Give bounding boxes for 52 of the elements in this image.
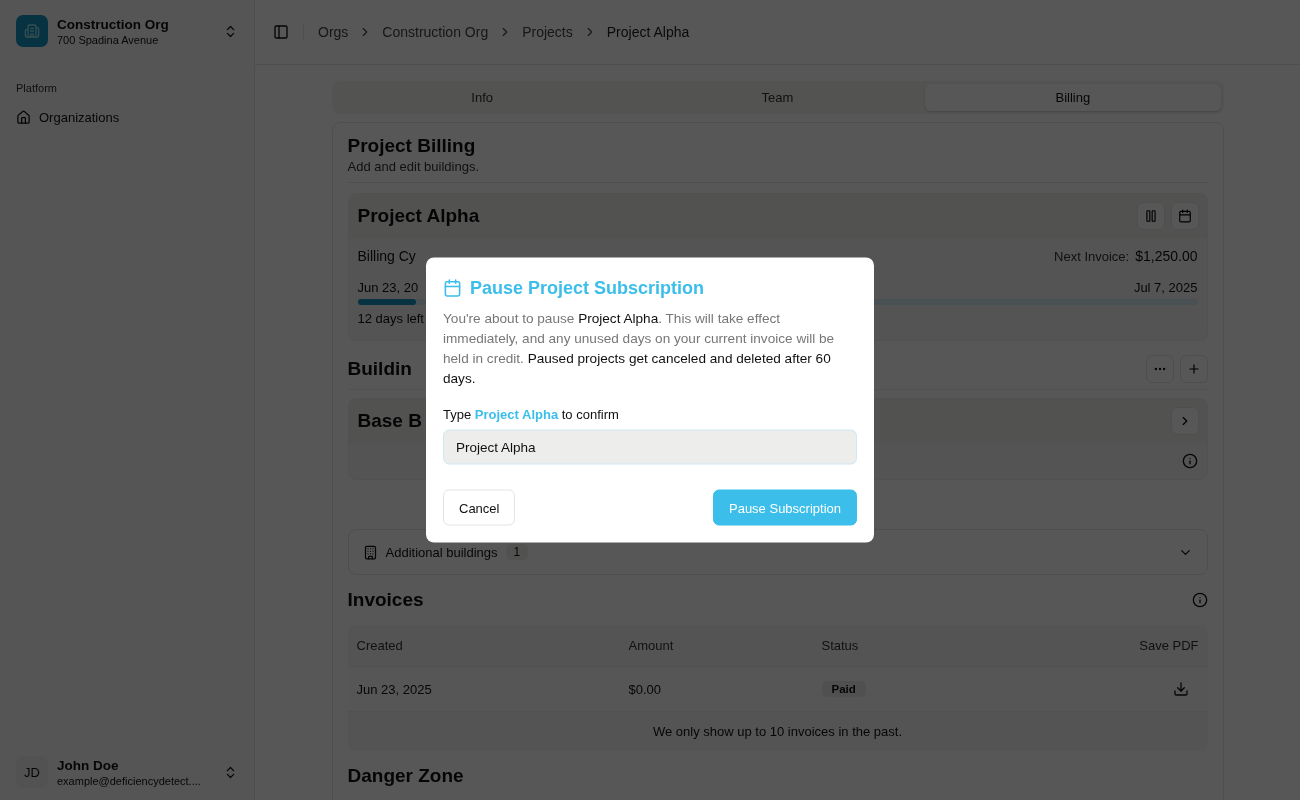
pause-icon — [1143, 209, 1158, 223]
column-header: Amount — [627, 637, 675, 655]
building-icon — [362, 544, 378, 560]
sidebar-item[interactable]: Organizations — [16, 108, 238, 127]
plus-icon — [1186, 362, 1201, 376]
dialog-message: You're about to pause Project Alpha. This will take effect immediately, and any unused days on your current invoice will be held in credit. Paused projects get canceled and deleted after 60 days. — [443, 309, 836, 388]
tab[interactable]: Billing — [925, 84, 1221, 111]
status-badge: Paid — [821, 681, 866, 697]
column-header: Created — [355, 637, 404, 655]
user-email: example@deficiencydetect.... — [57, 773, 201, 788]
breadcrumb-link[interactable]: Projects — [522, 24, 573, 40]
end-date: Jul 7, 2025 — [1133, 280, 1198, 295]
project-name: Project Alpha — [357, 205, 480, 227]
days-left: 12 days left — [357, 311, 424, 326]
breadcrumb-link[interactable]: Construction Org — [382, 24, 489, 40]
pause-button[interactable] — [1136, 202, 1165, 230]
home-icon — [16, 110, 31, 125]
tab[interactable]: Team — [629, 84, 926, 111]
info-icon[interactable] — [1191, 592, 1208, 608]
download-icon[interactable] — [1172, 681, 1189, 697]
cancel-button[interactable]: Cancel — [443, 489, 516, 526]
org-address: 700 Spadina Avenue — [57, 32, 159, 47]
calendar-icon — [1177, 209, 1192, 223]
sidebar-group-label: Platform — [16, 82, 57, 94]
column-header: Save PDF — [1138, 637, 1200, 655]
dialog-title: Pause Project Subscription — [470, 277, 705, 299]
org-name: Construction Org — [57, 15, 169, 33]
section-title: Buildin — [347, 358, 412, 380]
info-icon[interactable] — [1181, 453, 1198, 469]
section-subtitle: Add and edit buildings. — [347, 159, 1208, 183]
confirm-input[interactable]: Project Alpha — [443, 429, 857, 465]
building-name: Base B — [357, 410, 422, 432]
section-title: Invoices — [347, 589, 424, 611]
table-note: We only show up to 10 invoices in the past. — [651, 723, 904, 741]
calendar-button[interactable] — [1170, 202, 1199, 230]
user-name: John Doe — [57, 756, 119, 774]
section-title: Project Billing — [347, 135, 477, 157]
billing-cycle: Billing Cy — [357, 248, 416, 264]
confirm-label: Type Project Alpha to confirm — [443, 406, 620, 422]
next-invoice-label: Next Invoice: — [1054, 249, 1130, 264]
tab[interactable]: Info — [334, 84, 630, 111]
breadcrumb-link[interactable]: Project Alpha — [606, 24, 690, 40]
sidebar-toggle-icon[interactable] — [273, 24, 289, 40]
start-date: Jun 23, 20 — [357, 280, 419, 295]
breadcrumb-link[interactable]: Orgs — [318, 24, 349, 40]
section-title: Danger Zone — [347, 765, 464, 787]
add-button[interactable] — [1179, 355, 1208, 383]
pause-subscription-button[interactable]: Pause Subscription — [713, 489, 857, 526]
next-invoice-amount: $1,250.00 — [1135, 248, 1198, 264]
calendar-icon — [443, 278, 462, 298]
org-logo — [16, 15, 48, 47]
column-header: Status — [820, 637, 860, 655]
